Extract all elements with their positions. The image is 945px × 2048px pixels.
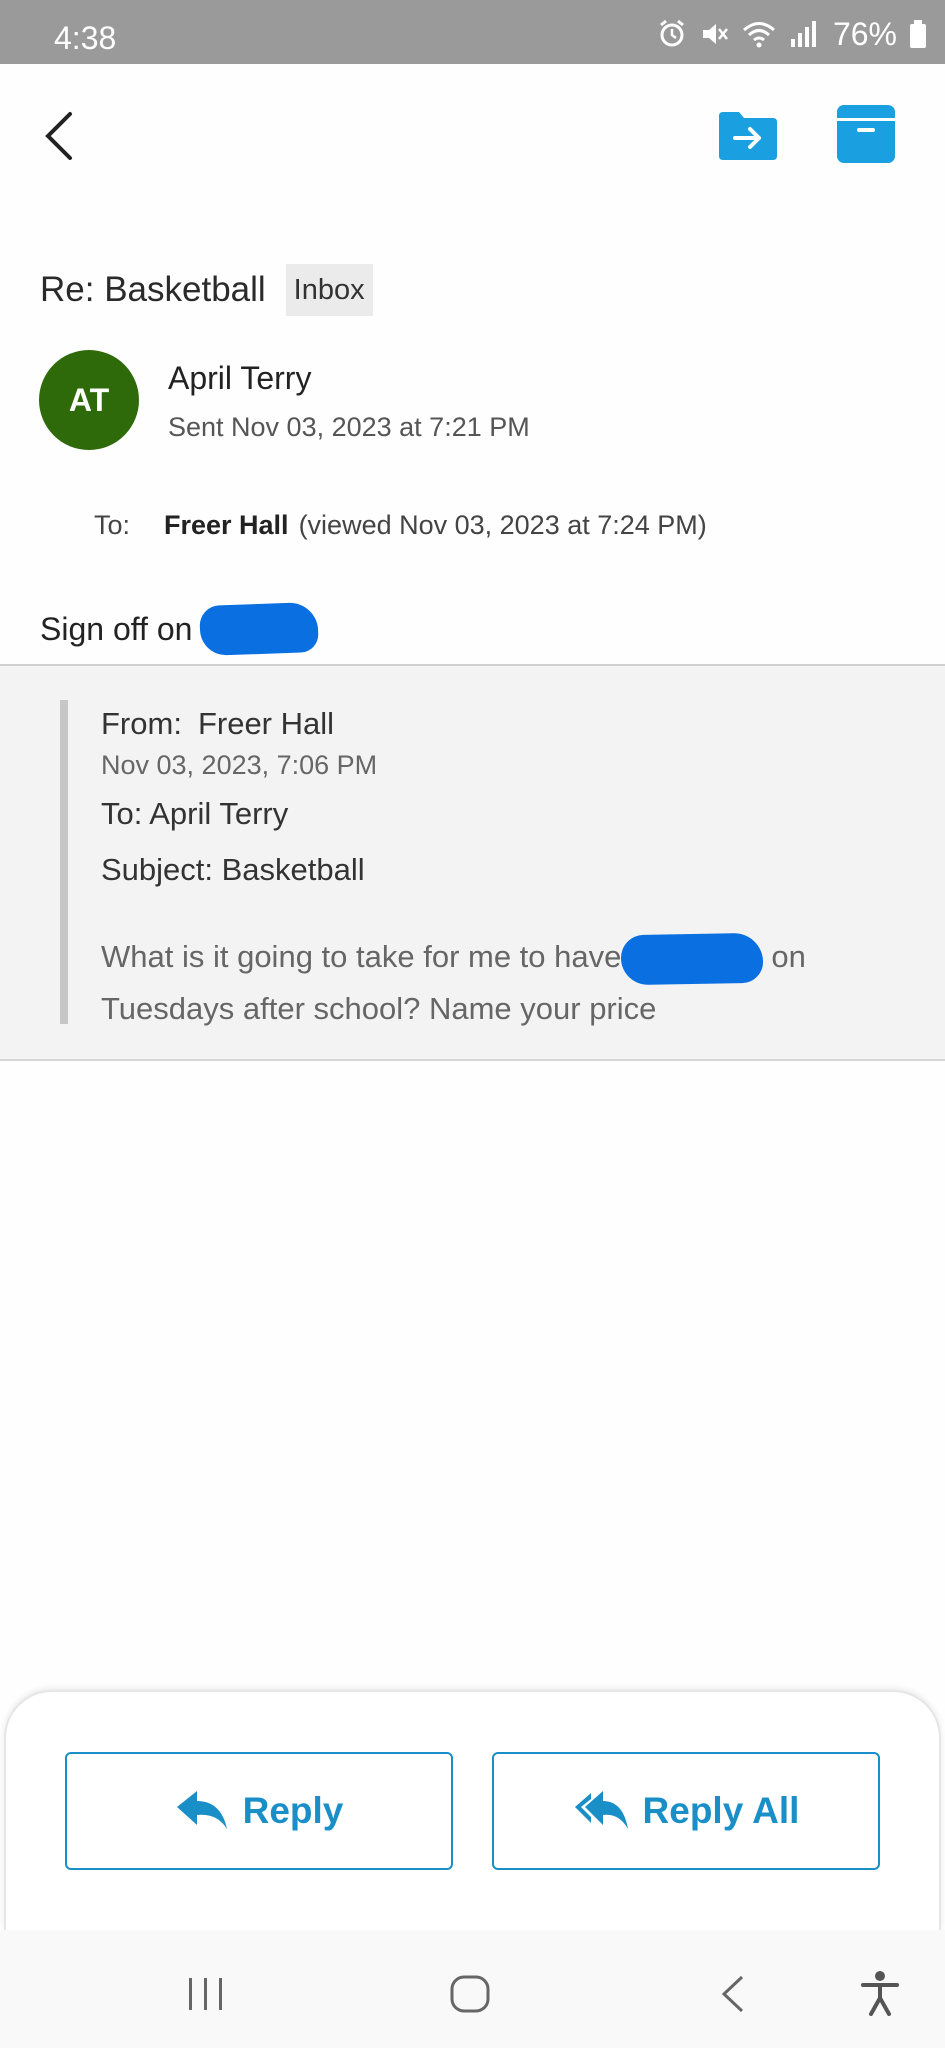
recipients-row: To: Freer Hall (viewed Nov 03, 2023 at 7… bbox=[94, 510, 707, 541]
sent-time: Sent Nov 03, 2023 at 7:21 PM bbox=[168, 412, 530, 442]
wifi-icon bbox=[741, 19, 777, 49]
redaction-mark bbox=[199, 601, 320, 657]
battery-percent: 76% bbox=[832, 15, 897, 52]
folder-badge: Inbox bbox=[285, 264, 373, 316]
reply-label: Reply bbox=[242, 1790, 344, 1831]
quoted-body: What is it going to take for me to have o… bbox=[101, 932, 901, 1034]
home-button[interactable] bbox=[449, 1974, 491, 2019]
alarm-icon bbox=[657, 19, 687, 49]
reply-icon bbox=[176, 1791, 227, 1829]
quoted-date: Nov 03, 2023, 7:06 PM bbox=[101, 750, 378, 780]
redaction-mark bbox=[620, 932, 764, 986]
back-button[interactable] bbox=[38, 108, 82, 164]
mute-icon bbox=[699, 19, 729, 49]
home-icon bbox=[450, 1975, 490, 2013]
system-nav-bar bbox=[0, 1930, 945, 2048]
accessibility-button[interactable] bbox=[860, 1970, 900, 2021]
signal-icon bbox=[789, 19, 817, 49]
quoted-subject: Subject: Basketball bbox=[101, 852, 365, 887]
quoted-message: From: Freer Hall Nov 03, 2023, 7:06 PM To… bbox=[0, 666, 945, 1061]
recents-button[interactable] bbox=[186, 1976, 226, 2017]
chevron-left-icon bbox=[45, 112, 72, 160]
accessibility-icon bbox=[861, 1971, 899, 2016]
sender-name[interactable]: April Terry bbox=[168, 360, 311, 397]
email-subject: Re: Basketball bbox=[40, 270, 266, 309]
archive-button[interactable] bbox=[836, 104, 896, 164]
avatar-initials: AT bbox=[68, 381, 110, 418]
quoted-from: From: Freer Hall bbox=[101, 706, 334, 742]
move-to-folder-button[interactable] bbox=[717, 110, 779, 162]
system-back-button[interactable] bbox=[718, 1974, 748, 2019]
quoted-from-label: From: bbox=[101, 706, 182, 741]
status-bar: 4:38 76% bbox=[0, 0, 945, 64]
to-label: To: bbox=[94, 510, 131, 540]
reply-all-label: Reply All bbox=[642, 1790, 800, 1831]
nav-back-icon bbox=[721, 1975, 744, 2013]
quoted-to: To: April Terry bbox=[101, 796, 289, 831]
quoted-from-name: Freer Hall bbox=[197, 706, 335, 741]
recipient-name[interactable]: Freer Hall bbox=[164, 510, 289, 541]
reply-button[interactable]: Reply bbox=[65, 1752, 453, 1870]
status-icons: 76% bbox=[657, 16, 927, 52]
recents-icon bbox=[189, 1978, 222, 2010]
reply-all-button[interactable]: Reply All bbox=[492, 1752, 880, 1870]
status-time: 4:38 bbox=[54, 20, 117, 56]
sender-avatar: AT bbox=[39, 350, 139, 450]
quote-bar bbox=[60, 700, 68, 1024]
subject-row: Re: Basketball Inbox bbox=[40, 264, 373, 316]
battery-icon bbox=[909, 19, 927, 49]
move-to-folder-icon bbox=[719, 112, 777, 160]
reply-all-icon bbox=[574, 1791, 628, 1829]
archive-icon bbox=[837, 105, 895, 163]
viewed-note: (viewed Nov 03, 2023 at 7:24 PM) bbox=[298, 510, 707, 540]
quoted-body-part1: What is it going to take for me to have bbox=[101, 939, 622, 974]
body-text: Sign off on bbox=[40, 610, 193, 647]
email-detail-screen: 4:38 76% Re: Basketball Inbox AT April T… bbox=[0, 0, 945, 2048]
email-body: Sign off on bbox=[40, 601, 320, 657]
